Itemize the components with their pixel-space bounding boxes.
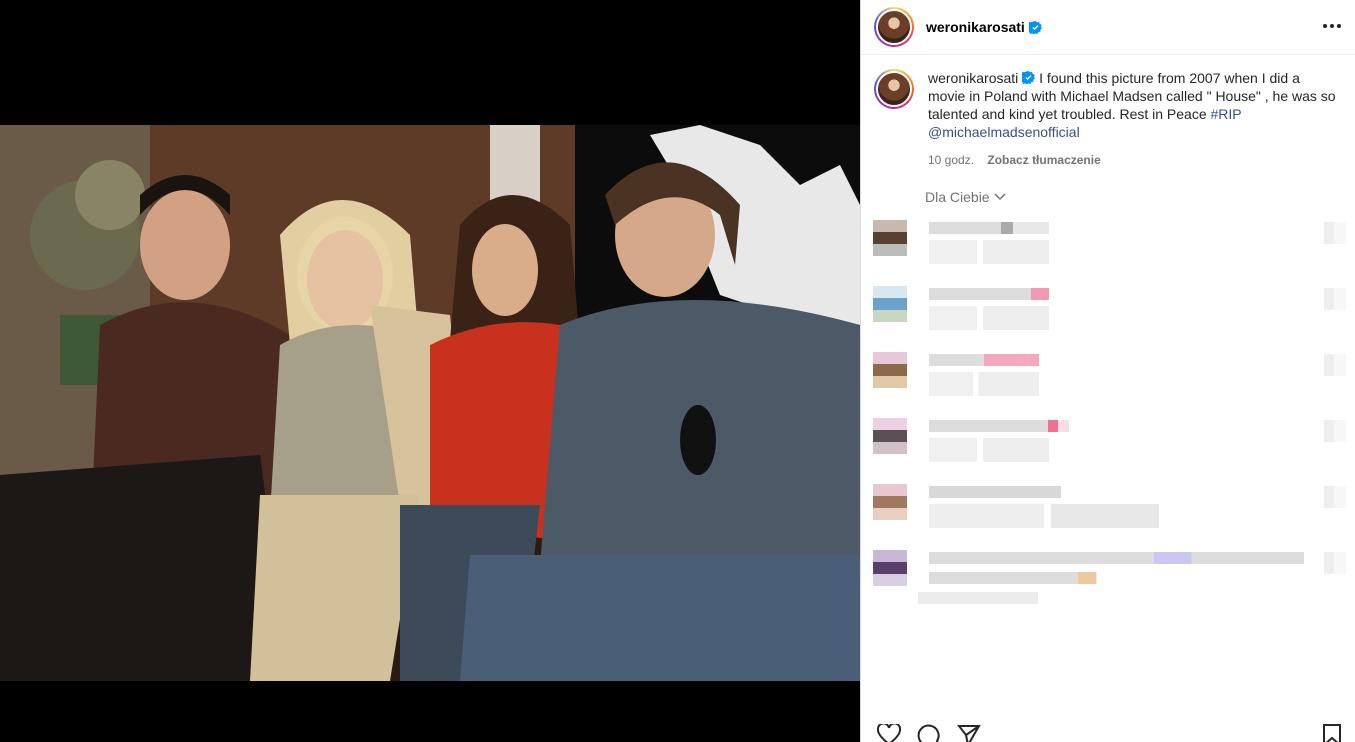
post-media bbox=[0, 0, 860, 742]
comment-avatar[interactable] bbox=[873, 484, 907, 520]
comment-item bbox=[861, 210, 1355, 276]
comment-item bbox=[861, 408, 1355, 474]
author-username[interactable]: weronikarosati bbox=[926, 19, 1025, 35]
comments-filter-label: Dla Ciebie bbox=[925, 189, 990, 205]
comment-text-redacted bbox=[929, 288, 1049, 300]
post-timestamp[interactable]: 10 godz. bbox=[928, 153, 974, 167]
comment-like-icon[interactable] bbox=[1324, 552, 1346, 574]
post-photo[interactable] bbox=[0, 125, 860, 681]
comment-item bbox=[861, 540, 1355, 606]
comment-text-redacted bbox=[929, 486, 1061, 498]
verified-badge-icon bbox=[1022, 71, 1036, 84]
comment-like-icon[interactable] bbox=[1324, 222, 1346, 244]
comment-avatar[interactable] bbox=[873, 550, 907, 586]
comment-meta-redacted bbox=[929, 504, 1159, 528]
comment-meta-redacted bbox=[929, 438, 1049, 462]
caption-author-avatar[interactable] bbox=[874, 69, 914, 109]
comment-text-redacted bbox=[929, 354, 1039, 366]
comment-meta-redacted bbox=[929, 240, 1049, 264]
bookmark-icon[interactable] bbox=[1322, 724, 1342, 742]
verified-badge-icon bbox=[1028, 20, 1042, 34]
more-options-icon[interactable] bbox=[1323, 17, 1341, 35]
comment-text-redacted bbox=[929, 222, 1049, 234]
comments-list bbox=[861, 210, 1355, 606]
comment-like-icon[interactable] bbox=[1324, 486, 1346, 508]
comment-text-redacted bbox=[929, 552, 1304, 564]
comment-avatar[interactable] bbox=[873, 418, 907, 454]
comment-text-redacted bbox=[929, 572, 1115, 584]
comment-like-icon[interactable] bbox=[1324, 420, 1346, 442]
caption-username[interactable]: weronikarosati bbox=[928, 70, 1018, 86]
comment-meta-redacted bbox=[929, 306, 1049, 330]
heart-icon[interactable] bbox=[877, 724, 901, 742]
comment-meta-redacted bbox=[918, 592, 1038, 604]
post-actions-bar bbox=[861, 720, 1355, 742]
comment-text-redacted bbox=[929, 420, 1069, 432]
send-icon[interactable] bbox=[957, 724, 981, 742]
mention-link[interactable]: @michaelmadsenofficial bbox=[928, 124, 1080, 140]
post-side-panel: weronikarosati weronikarosati I found th… bbox=[860, 0, 1355, 742]
comment-item bbox=[861, 474, 1355, 540]
comment-avatar[interactable] bbox=[873, 286, 907, 322]
post-caption: weronikarosati I found this picture from… bbox=[861, 55, 1355, 169]
comment-item bbox=[861, 276, 1355, 342]
caption-body: weronikarosati I found this picture from… bbox=[928, 69, 1338, 169]
comments-filter[interactable]: Dla Ciebie bbox=[925, 189, 1006, 205]
comment-like-icon[interactable] bbox=[1324, 354, 1346, 376]
hashtag-link[interactable]: #RIP bbox=[1211, 106, 1242, 122]
chevron-down-icon bbox=[994, 193, 1006, 201]
author-avatar[interactable] bbox=[874, 7, 914, 47]
post-header: weronikarosati bbox=[861, 0, 1355, 55]
comment-avatar[interactable] bbox=[873, 220, 907, 256]
translate-button[interactable]: Zobacz tłumaczenie bbox=[987, 153, 1100, 167]
comment-icon[interactable] bbox=[917, 724, 941, 742]
comment-like-icon[interactable] bbox=[1324, 288, 1346, 310]
photo-illustration bbox=[0, 125, 860, 681]
comment-item bbox=[861, 342, 1355, 408]
comment-avatar[interactable] bbox=[873, 352, 907, 388]
caption-meta: 10 godz. Zobacz tłumaczenie bbox=[928, 151, 1338, 169]
comment-meta-redacted bbox=[929, 372, 1039, 396]
